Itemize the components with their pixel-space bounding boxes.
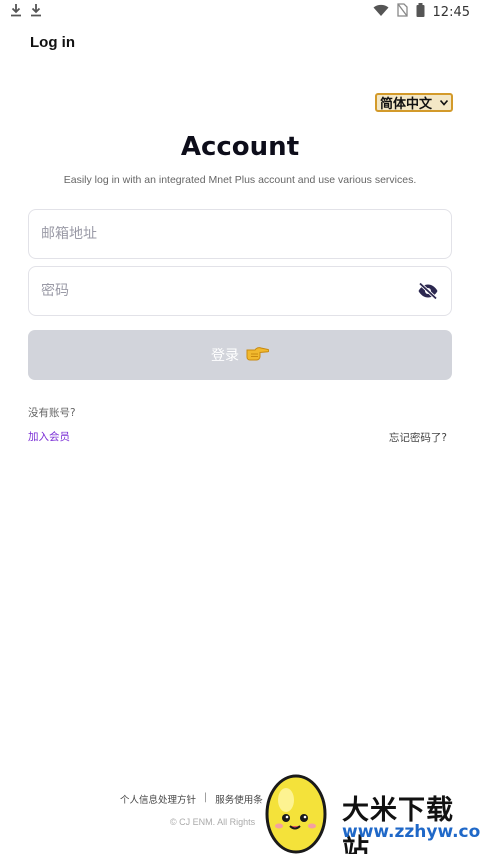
eye-off-icon[interactable]	[416, 279, 439, 303]
page-subtitle: Easily log in with an integrated Mnet Pl…	[63, 174, 417, 186]
email-field[interactable]	[28, 209, 452, 259]
status-time: 12:45	[432, 5, 470, 20]
page-title: Account	[180, 132, 300, 162]
watermark-mascot-icon	[265, 774, 327, 854]
terms-of-service-link[interactable]: 服务使用条	[215, 792, 263, 806]
footer-separator: |	[204, 792, 208, 803]
download-icon	[30, 3, 42, 22]
wifi-icon	[373, 4, 389, 22]
language-select-value: 简体中文	[380, 97, 433, 112]
watermark-name: 大米下载站	[342, 795, 454, 854]
status-right: 12:45	[373, 3, 470, 22]
no-sim-icon	[396, 3, 408, 22]
privacy-policy-link[interactable]: 个人信息处理方针	[120, 792, 196, 806]
pointing-hand-icon	[245, 345, 270, 365]
footer-links: 个人信息处理方针 | 服务使用条	[120, 792, 263, 806]
download-icon	[10, 3, 22, 22]
chevron-down-icon	[439, 95, 449, 110]
watermark: 大米下载站 www.zzhyw.com	[262, 768, 480, 854]
login-button[interactable]: 登录	[28, 330, 452, 380]
language-select[interactable]: 简体中文	[375, 93, 453, 112]
page-header-title: Log in	[30, 34, 75, 51]
status-bar: 12:45	[0, 0, 480, 24]
email-input[interactable]	[41, 226, 439, 242]
status-left	[10, 3, 42, 22]
battery-icon	[416, 3, 425, 22]
password-field[interactable]	[28, 266, 452, 316]
login-button-label: 登录	[211, 348, 239, 364]
password-input[interactable]	[41, 283, 417, 299]
forgot-password-link[interactable]: 忘记密码了?	[389, 430, 447, 445]
join-member-link[interactable]: 加入会员	[28, 429, 70, 444]
copyright-text: © CJ ENM. All Rights	[170, 817, 256, 827]
watermark-url: www.zzhyw.com	[342, 822, 480, 842]
no-account-text: 没有账号?	[28, 407, 76, 419]
